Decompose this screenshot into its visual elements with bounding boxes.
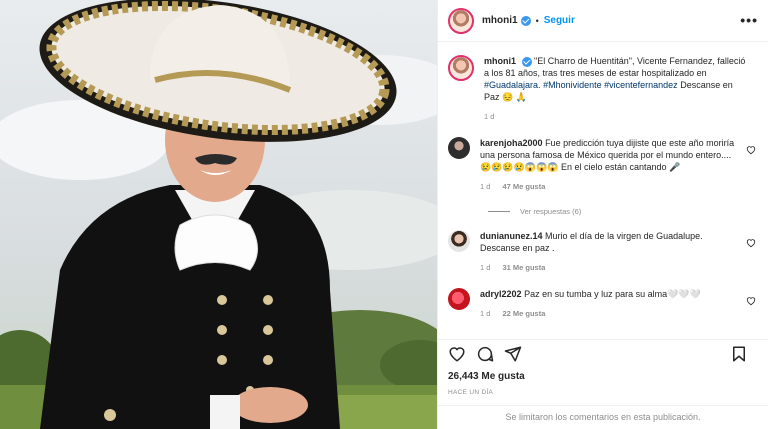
comment-username[interactable]: adryl2202 <box>480 289 522 299</box>
comment-time[interactable]: 1 d <box>480 181 490 193</box>
heart-icon[interactable] <box>746 238 756 248</box>
comment-meta: 1 d 31 Me gusta <box>480 262 742 274</box>
caption-time[interactable]: 1 d <box>484 111 494 123</box>
comment-likes[interactable]: 47 Me gusta <box>502 181 545 193</box>
heart-icon[interactable] <box>746 296 756 306</box>
caption-meta: 1 d <box>484 111 746 123</box>
instagram-post: mhoni1 • Seguir ••• mhoni1 "El Charro de… <box>0 0 768 429</box>
comment-username[interactable]: karenjoha2000 <box>480 138 543 148</box>
likes-number: 26,443 <box>448 371 479 382</box>
post-side-panel: mhoni1 • Seguir ••• mhoni1 "El Charro de… <box>437 0 768 429</box>
comment-item: karenjoha2000 Fue predicción tuya dijist… <box>448 137 758 193</box>
separator-dot: • <box>535 15 539 26</box>
verified-badge-icon <box>521 56 532 67</box>
likes-count[interactable]: 26,443 Me gusta <box>448 371 525 382</box>
comment-likes[interactable]: 22 Me gusta <box>502 308 545 320</box>
more-options-icon[interactable]: ••• <box>740 12 758 28</box>
comment-meta: 1 d 47 Me gusta <box>480 181 742 193</box>
comment-time[interactable]: 1 d <box>480 308 490 320</box>
follow-button[interactable]: Seguir <box>544 15 575 26</box>
commenter-avatar[interactable] <box>448 137 470 159</box>
comment-likes[interactable]: 31 Me gusta <box>502 262 545 274</box>
view-replies-button[interactable]: Ver respuestas (6) <box>488 207 758 216</box>
comments-list[interactable]: mhoni1 "El Charro de Huentitán", Vicente… <box>438 43 768 335</box>
comments-limited-notice: Se limitaron los comentarios en esta pub… <box>438 405 768 429</box>
comment-meta: 1 d 22 Me gusta <box>480 308 742 320</box>
comment-item: dunianunez.14 Murio el día de la virgen … <box>448 230 758 274</box>
comment-icon[interactable] <box>476 345 494 363</box>
hashtag-link[interactable]: #vicentefernandez <box>604 80 678 90</box>
commenter-avatar[interactable] <box>448 288 470 310</box>
likes-label: Me gusta <box>481 371 525 382</box>
heart-icon[interactable] <box>448 345 466 363</box>
hashtag-link[interactable]: #Guadalajara <box>484 80 538 90</box>
commenter-avatar[interactable] <box>448 230 470 252</box>
comment-text: Paz en su tumba y luz para su alma🤍🤍🤍 <box>524 289 701 299</box>
verified-badge-icon <box>520 15 531 26</box>
caption-username[interactable]: mhoni1 <box>484 56 516 66</box>
post-actions-bar <box>438 339 768 367</box>
post-header: mhoni1 • Seguir ••• <box>438 0 768 42</box>
author-avatar[interactable] <box>448 7 474 34</box>
post-date[interactable]: HACE UN DÍA <box>448 389 493 396</box>
comment-username[interactable]: dunianunez.14 <box>480 231 543 241</box>
author-username[interactable]: mhoni1 <box>482 15 518 26</box>
share-icon[interactable] <box>504 345 522 363</box>
post-image[interactable] <box>0 0 437 429</box>
bookmark-icon[interactable] <box>730 345 748 363</box>
caption: mhoni1 "El Charro de Huentitán", Vicente… <box>448 55 758 123</box>
comment-item: adryl2202 Paz en su tumba y luz para su … <box>448 288 758 320</box>
heart-icon[interactable] <box>746 145 756 155</box>
comment-time[interactable]: 1 d <box>480 262 490 274</box>
caption-avatar[interactable] <box>448 55 474 81</box>
hashtag-link[interactable]: #Mhonividente <box>543 80 602 90</box>
charro-photo <box>0 0 437 429</box>
